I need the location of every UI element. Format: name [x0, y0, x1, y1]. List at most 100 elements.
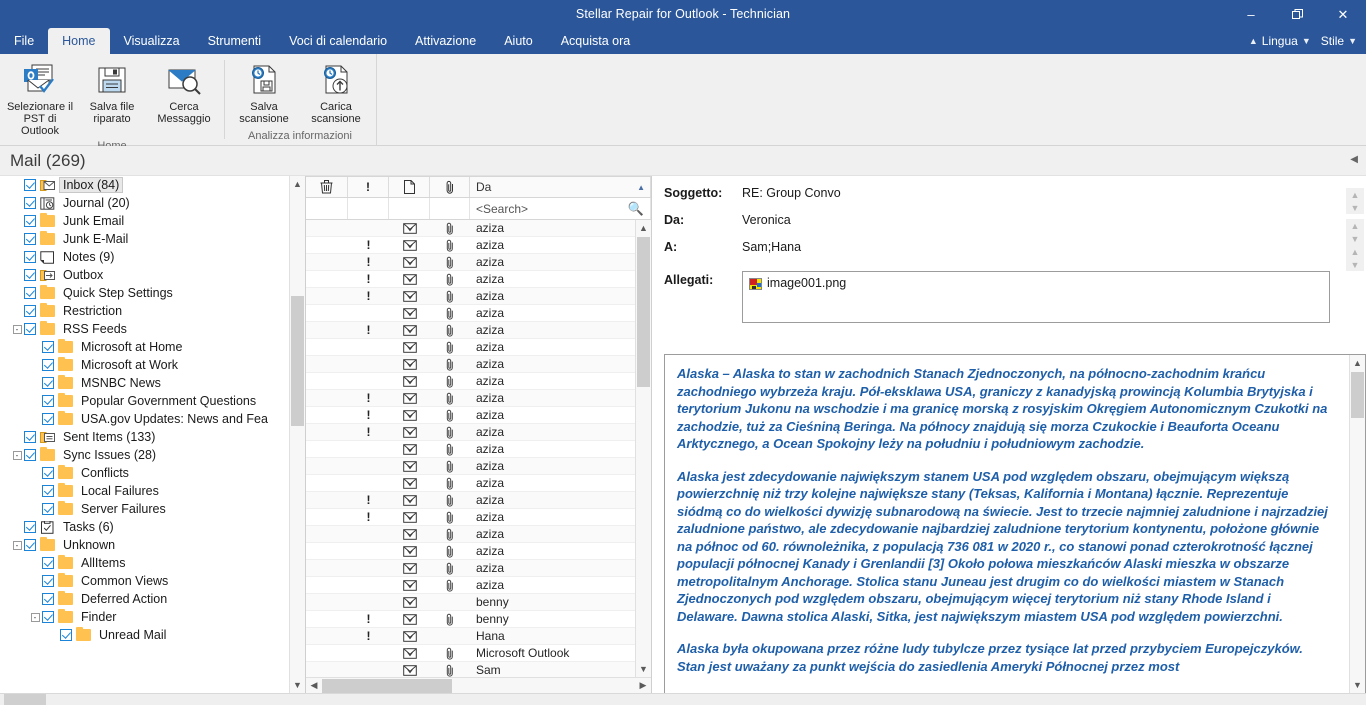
scroll-track[interactable] — [322, 678, 635, 693]
message-list-horizontal-scrollbar[interactable]: ◀ ▶ — [306, 677, 651, 693]
table-row[interactable]: aziza — [306, 356, 651, 373]
tree-item-checkbox[interactable] — [24, 179, 36, 191]
spinner-group-1[interactable]: ▲ ▼ — [1346, 188, 1364, 214]
tree-item-unread-mail[interactable]: Unread Mail — [0, 626, 289, 644]
tree-item-msnbc-news[interactable]: MSNBC News — [0, 374, 289, 392]
minimize-button[interactable]: – — [1228, 0, 1274, 28]
tree-item-rss-feeds[interactable]: - RSS Feeds — [0, 320, 289, 338]
tree-item-restriction[interactable]: Restriction — [0, 302, 289, 320]
collapse-left-icon[interactable]: ◀ — [1350, 154, 1358, 165]
tree-item-local-failures[interactable]: Local Failures — [0, 482, 289, 500]
tree-item-common-views[interactable]: Common Views — [0, 572, 289, 590]
cell-delete[interactable] — [306, 305, 348, 322]
column-header-attachment[interactable] — [430, 177, 470, 197]
tree-item-tasks-6[interactable]: Tasks (6) — [0, 518, 289, 536]
close-button[interactable]: ✕ — [1320, 0, 1366, 28]
cell-delete[interactable] — [306, 560, 348, 577]
tree-item-server-failures[interactable]: Server Failures — [0, 500, 289, 518]
cell-delete[interactable] — [306, 628, 348, 645]
save-scan-button[interactable]: Salva scansione — [228, 58, 300, 128]
scroll-up-icon[interactable]: ▲ — [1350, 355, 1365, 371]
tab-attivazione[interactable]: Attivazione — [401, 28, 490, 54]
tree-item-checkbox[interactable] — [42, 503, 54, 515]
folder-tree-vertical-scrollbar[interactable]: ▲ ▼ — [289, 176, 305, 693]
tree-item-checkbox[interactable] — [42, 485, 54, 497]
cell-delete[interactable] — [306, 390, 348, 407]
table-row[interactable]: aziza — [306, 560, 651, 577]
column-header-delete[interactable] — [306, 177, 348, 197]
cell-delete[interactable] — [306, 407, 348, 424]
tree-item-popular-government-questions[interactable]: Popular Government Questions — [0, 392, 289, 410]
tree-item-checkbox[interactable] — [42, 377, 54, 389]
find-message-button[interactable]: Cerca Messaggio — [148, 58, 220, 128]
spinner-down-icon[interactable]: ▼ — [1346, 201, 1364, 214]
message-body-vertical-scrollbar[interactable]: ▲ ▼ — [1349, 355, 1365, 693]
scroll-down-icon[interactable]: ▼ — [290, 677, 305, 693]
tree-expander-toggle[interactable]: - — [28, 608, 42, 626]
cell-delete[interactable] — [306, 424, 348, 441]
tree-item-checkbox[interactable] — [42, 557, 54, 569]
tree-item-junk-e-mail[interactable]: Junk E-Mail — [0, 230, 289, 248]
tree-item-checkbox[interactable] — [24, 539, 36, 551]
tree-item-checkbox[interactable] — [24, 215, 36, 227]
tree-item-checkbox[interactable] — [24, 521, 36, 533]
cell-delete[interactable] — [306, 475, 348, 492]
scroll-up-icon[interactable]: ▲ — [290, 176, 305, 192]
table-row[interactable]: aziza — [306, 373, 651, 390]
spinner-group-2[interactable]: ▲ ▼ ▲ ▼ — [1346, 219, 1364, 271]
minus-icon[interactable]: - — [12, 324, 22, 334]
cell-delete[interactable] — [306, 220, 348, 237]
minus-icon[interactable]: - — [12, 540, 22, 550]
cell-delete[interactable] — [306, 271, 348, 288]
tree-item-checkbox[interactable] — [24, 233, 36, 245]
table-row[interactable]: ! aziza — [306, 407, 651, 424]
scroll-thumb[interactable] — [637, 237, 650, 387]
nav-more-button[interactable]: ••• — [214, 694, 254, 705]
table-row[interactable]: ! aziza — [306, 509, 651, 526]
tree-item-checkbox[interactable] — [42, 611, 54, 623]
tab-home[interactable]: Home — [48, 28, 110, 54]
tree-item-checkbox[interactable] — [24, 449, 36, 461]
tree-item-outbox[interactable]: Outbox — [0, 266, 289, 284]
cell-delete[interactable] — [306, 322, 348, 339]
magnifier-icon[interactable]: 🔍 — [628, 201, 644, 217]
table-row[interactable]: Microsoft Outlook — [306, 645, 651, 662]
nav-calendar-button[interactable] — [46, 694, 88, 705]
tree-item-checkbox[interactable] — [24, 287, 36, 299]
tree-item-checkbox[interactable] — [42, 467, 54, 479]
search-input[interactable]: <Search> 🔍 — [470, 198, 651, 219]
restore-button[interactable] — [1274, 0, 1320, 28]
tree-expander-toggle[interactable]: - — [10, 320, 24, 338]
tree-item-deferred-action[interactable]: Deferred Action — [0, 590, 289, 608]
table-row[interactable]: ! aziza — [306, 492, 651, 509]
tree-item-checkbox[interactable] — [42, 593, 54, 605]
cell-delete[interactable] — [306, 543, 348, 560]
tab-strumenti[interactable]: Strumenti — [194, 28, 276, 54]
spinner-up-icon[interactable]: ▲ — [1346, 188, 1364, 201]
tree-expander-toggle[interactable]: - — [10, 536, 24, 554]
tree-item-checkbox[interactable] — [24, 323, 36, 335]
tree-item-microsoft-at-work[interactable]: Microsoft at Work — [0, 356, 289, 374]
tree-item-sync-issues-28[interactable]: - Sync Issues (28) — [0, 446, 289, 464]
minus-icon[interactable]: - — [12, 450, 22, 460]
tree-item-checkbox[interactable] — [42, 395, 54, 407]
attachment-name[interactable]: image001.png — [767, 276, 846, 290]
folder-tree[interactable]: Inbox (84) Journal (20) Junk Email Junk E-M… — [0, 176, 289, 693]
column-header-from[interactable]: Da ▲ — [470, 177, 651, 197]
nav-mail-button[interactable] — [4, 693, 46, 705]
tree-item-notes-9[interactable]: Notes (9) — [0, 248, 289, 266]
cell-delete[interactable] — [306, 645, 348, 662]
attachments-box[interactable]: image001.png — [742, 271, 1330, 323]
nav-notes-button[interactable] — [172, 694, 214, 705]
table-row[interactable]: aziza — [306, 475, 651, 492]
tree-item-checkbox[interactable] — [24, 305, 36, 317]
tree-item-usa-gov-updates-news-and-fea[interactable]: USA.gov Updates: News and Fea — [0, 410, 289, 428]
scroll-down-icon[interactable]: ▼ — [1350, 677, 1365, 693]
nav-people-button[interactable] — [88, 694, 130, 705]
table-row[interactable]: Sam — [306, 662, 651, 677]
minus-icon[interactable]: - — [30, 612, 40, 622]
tree-item-inbox-84[interactable]: Inbox (84) — [0, 176, 289, 194]
cell-delete[interactable] — [306, 509, 348, 526]
cell-delete[interactable] — [306, 373, 348, 390]
table-row[interactable]: benny — [306, 594, 651, 611]
